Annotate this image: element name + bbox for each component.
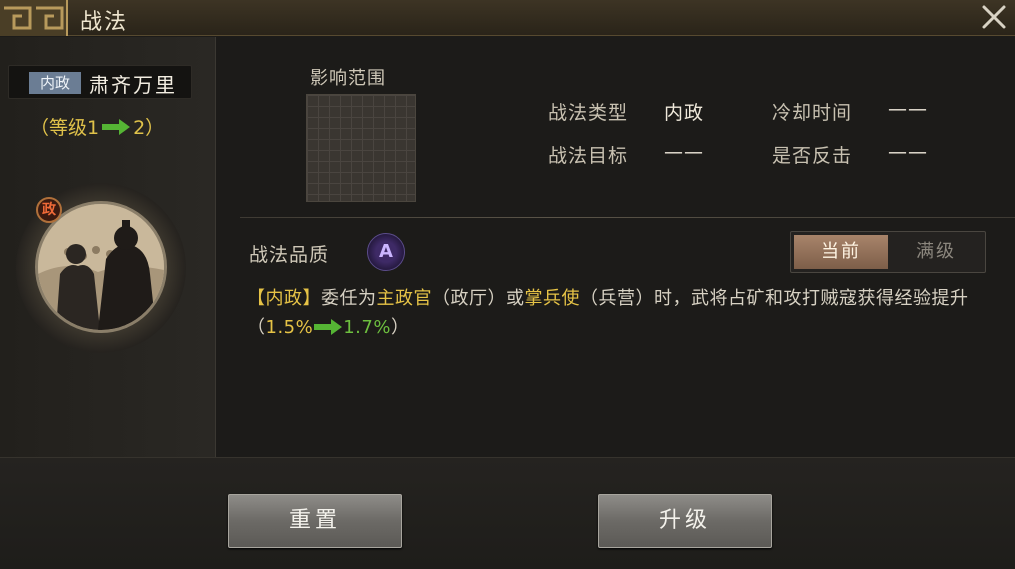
skill-name-box: 内政 肃齐万里 bbox=[8, 65, 192, 99]
cooldown-value: —— bbox=[888, 98, 928, 120]
tab-current[interactable]: 当前 bbox=[794, 235, 888, 269]
level-from: （等级1 bbox=[30, 117, 100, 139]
desc-value-from: 1.5% bbox=[265, 317, 314, 338]
quality-a-icon: A bbox=[367, 233, 405, 271]
green-arrow-icon bbox=[102, 118, 131, 135]
skill-target-label: 战法目标 bbox=[548, 145, 629, 167]
skill-description: 【内政】委任为主政官（政厅）或掌兵使（兵营）时，武将占矿和攻打贼寇获得经验提升（… bbox=[247, 284, 1005, 342]
effect-range-grid bbox=[306, 94, 416, 202]
skill-type-value: 内政 bbox=[664, 102, 705, 124]
effect-range-label: 影响范围 bbox=[310, 68, 386, 89]
desc-part2: （政厅）或 bbox=[432, 288, 525, 309]
desc-value-to: 1.7% bbox=[343, 317, 391, 338]
divider bbox=[240, 217, 1015, 218]
tab-max-level[interactable]: 满级 bbox=[889, 235, 983, 269]
two-officials-icon bbox=[38, 204, 164, 330]
counterattack-value: —— bbox=[888, 141, 928, 163]
skill-type-tag: 内政 bbox=[29, 72, 81, 94]
level-to: 2） bbox=[133, 117, 165, 139]
skill-name: 肃齐万里 bbox=[89, 73, 177, 97]
close-icon[interactable] bbox=[979, 2, 1009, 32]
desc-tag: 【内政】 bbox=[247, 288, 321, 309]
quality-label: 战法品质 bbox=[249, 244, 330, 266]
title-bar: 战法 bbox=[0, 0, 1015, 36]
window-title: 战法 bbox=[80, 10, 129, 35]
desc-role1: 主政官 bbox=[376, 288, 432, 309]
cooldown-label: 冷却时间 bbox=[772, 102, 853, 124]
counterattack-label: 是否反击 bbox=[772, 145, 853, 167]
politics-badge: 政 bbox=[36, 197, 62, 223]
bottom-action-bar bbox=[0, 457, 1015, 569]
desc-part1: 委任为 bbox=[321, 288, 377, 309]
desc-part4: ） bbox=[390, 317, 410, 338]
reset-button[interactable]: 重置 bbox=[228, 494, 402, 548]
skill-type-label: 战法类型 bbox=[548, 102, 629, 124]
upgrade-button[interactable]: 升级 bbox=[598, 494, 772, 548]
level-view-toggle: 当前 满级 bbox=[790, 231, 986, 273]
skill-target-value: —— bbox=[664, 141, 704, 163]
level-change: （等级1 2） bbox=[30, 113, 164, 140]
title-ornament-icon bbox=[0, 0, 68, 36]
desc-role2: 掌兵使 bbox=[524, 288, 580, 309]
portrait-frame: 政 bbox=[16, 183, 186, 353]
green-arrow-icon bbox=[314, 319, 343, 335]
skill-summary-panel: 内政 肃齐万里 （等级1 2） 政 bbox=[0, 37, 216, 457]
